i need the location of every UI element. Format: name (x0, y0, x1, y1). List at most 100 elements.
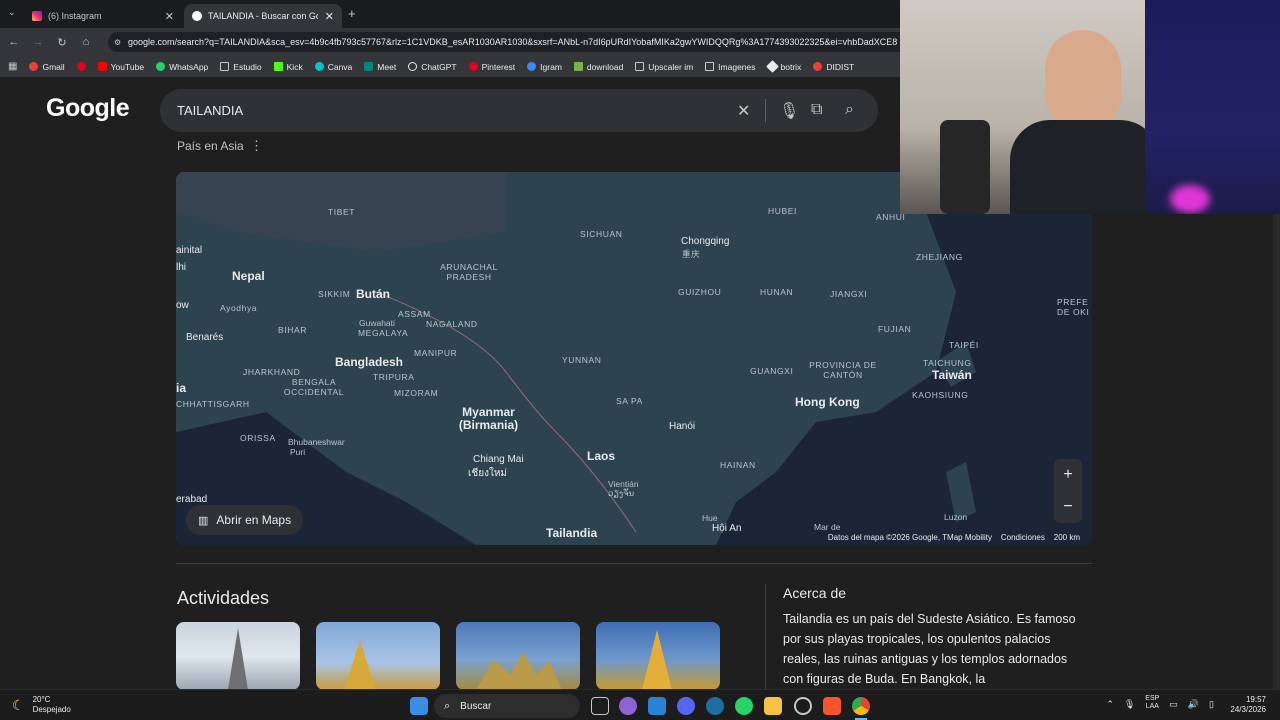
taskbar-search[interactable]: ⌕ Buscar (434, 694, 580, 718)
battery-icon[interactable]: ▯ (1209, 699, 1214, 711)
search-input[interactable]: TAILANDIA (177, 103, 243, 118)
close-tab-icon[interactable]: ✕ (325, 10, 334, 23)
activity-thumbnail[interactable] (316, 622, 440, 690)
activity-thumbnail[interactable] (456, 622, 580, 690)
folder-icon (220, 62, 230, 71)
map-label: Hong Kong (795, 395, 860, 409)
bookmark-kick[interactable]: Kick (273, 62, 303, 72)
forward-icon[interactable]: → (26, 36, 50, 48)
map-label: Mar de (814, 522, 841, 532)
bookmark-estudio[interactable]: Estudio (220, 62, 262, 72)
map-label: ASSAM (398, 309, 431, 319)
instagram-icon (32, 11, 42, 21)
more-options-icon[interactable]: ⋮ (250, 138, 263, 154)
whatsapp-icon (156, 62, 166, 71)
chevron-up-icon[interactable]: ⌃ (1106, 699, 1114, 711)
weather-desc: Despejado (32, 705, 71, 714)
bookmark-meet[interactable]: Meet (364, 62, 396, 72)
folder-icon (705, 62, 715, 71)
search-box[interactable]: TAILANDIA ✕ 🎙 ⧉ ⌕ (160, 89, 878, 132)
apps-icon[interactable]: ▦ (8, 61, 17, 72)
bookmark-imagenes[interactable]: Imagenes (705, 62, 756, 72)
tab-instagram[interactable]: (6) Instagram ✕ (24, 4, 182, 28)
bookmark-youtube[interactable]: YouTube (97, 62, 144, 72)
file-explorer-icon[interactable] (764, 697, 782, 715)
discord-icon[interactable] (677, 697, 695, 715)
person-body (1010, 120, 1145, 214)
steam-icon[interactable] (706, 697, 724, 715)
site-info-icon[interactable]: ⚙ (114, 38, 121, 47)
bookmark-chatgpt[interactable]: ChatGPT (408, 62, 457, 72)
bookmark-whatsapp[interactable]: WhatsApp (156, 62, 208, 72)
right-margin (1092, 214, 1280, 689)
close-tab-icon[interactable]: ✕ (165, 10, 174, 23)
bookmark-download[interactable]: download (573, 62, 623, 72)
map-label: HAINAN (720, 460, 756, 470)
speaker-icon[interactable]: 🔊 (1188, 699, 1199, 711)
bookmark-canva[interactable]: Canva (314, 62, 352, 72)
bookmark-didist[interactable]: DIDIST (813, 62, 854, 72)
map-label: Bangladesh (335, 355, 404, 369)
microphone-icon[interactable]: 🎙 (779, 101, 799, 121)
person-head (1045, 30, 1121, 130)
weather-widget[interactable]: ☾ 20°C Despejado (12, 695, 71, 715)
chair-back (940, 120, 990, 214)
map-label: ow (176, 300, 189, 311)
zoom-out-icon[interactable]: − (1063, 498, 1072, 516)
gear-icon[interactable] (794, 697, 812, 715)
tab-google-search[interactable]: TAILANDIA - Buscar con Google ✕ (184, 4, 342, 28)
display-icon[interactable]: ▭ (1169, 699, 1178, 711)
bookmark-botrix[interactable]: botrix (765, 60, 801, 73)
notes-icon[interactable] (648, 697, 666, 715)
bookmark-gmail[interactable]: Gmail (29, 62, 65, 72)
new-tab-icon[interactable]: + (348, 6, 356, 21)
map-label: JHARKHAND (243, 367, 301, 377)
twitch-icon[interactable] (619, 697, 637, 715)
task-view-icon[interactable] (591, 697, 609, 715)
open-in-maps-button[interactable]: ▥ Abrir en Maps (186, 505, 304, 535)
zoom-in-icon[interactable]: + (1063, 466, 1072, 484)
map-label: Taiwán (932, 368, 972, 382)
clock-date: 24/3/2026 (1230, 705, 1266, 714)
chrome-icon[interactable] (852, 697, 870, 715)
column-divider (765, 584, 766, 690)
map-label: BENGALA OCCIDENTAL (283, 377, 345, 397)
lens-icon[interactable]: ⧉ (811, 101, 822, 119)
search-icon[interactable]: ⌕ (845, 101, 854, 119)
pink-light (1170, 185, 1210, 213)
clear-icon[interactable]: ✕ (737, 101, 750, 121)
map-label: ZHEJIANG (916, 252, 963, 262)
language-indicator[interactable]: ESP LAA (1145, 695, 1159, 711)
activity-thumbnail[interactable] (176, 622, 300, 690)
map-label: lhi (176, 262, 187, 273)
start-icon[interactable] (410, 697, 428, 715)
google-logo[interactable]: Google (46, 94, 130, 123)
scrollbar[interactable] (1273, 214, 1280, 689)
address-bar[interactable]: ⚙ google.com/search?q=TAILANDIA&sca_esv=… (108, 32, 900, 52)
map-label: PREFE DE OKI (1057, 297, 1090, 317)
record-icon (76, 62, 86, 71)
map[interactable]: TIBET SICHUAN HUBEI ANHUI Chongqing 重庆 Z… (176, 172, 1092, 545)
download-icon (573, 62, 583, 71)
microphone-icon[interactable]: 🎙 (1124, 699, 1135, 711)
map-label: เชียงใหม่ (468, 468, 508, 479)
activity-thumbnail[interactable] (596, 622, 720, 690)
brave-icon[interactable] (823, 697, 841, 715)
map-label: TRIPURA (373, 372, 415, 382)
reload-icon[interactable]: ↻ (50, 36, 74, 49)
canva-icon (314, 62, 324, 71)
tab-list-icon[interactable]: ⌄ (8, 7, 16, 18)
bookmark-pinterest-dot[interactable] (76, 62, 86, 71)
bookmark-pinterest[interactable]: Pinterest (468, 62, 515, 72)
back-icon[interactable]: ← (2, 36, 26, 48)
map-label: 重庆 (682, 249, 701, 259)
bookmark-upscaler[interactable]: Upscaler im (635, 62, 693, 72)
clock[interactable]: 19:57 24/3/2026 (1230, 695, 1266, 715)
map-label: Hanói (669, 421, 696, 432)
map-label: Bután (356, 287, 390, 301)
map-label: NAGALAND (426, 319, 478, 329)
home-icon[interactable]: ⌂ (74, 36, 98, 48)
whatsapp-icon[interactable] (735, 697, 753, 715)
bookmark-igram[interactable]: Igram (527, 62, 562, 72)
conditions-link[interactable]: Condiciones (1001, 533, 1045, 542)
